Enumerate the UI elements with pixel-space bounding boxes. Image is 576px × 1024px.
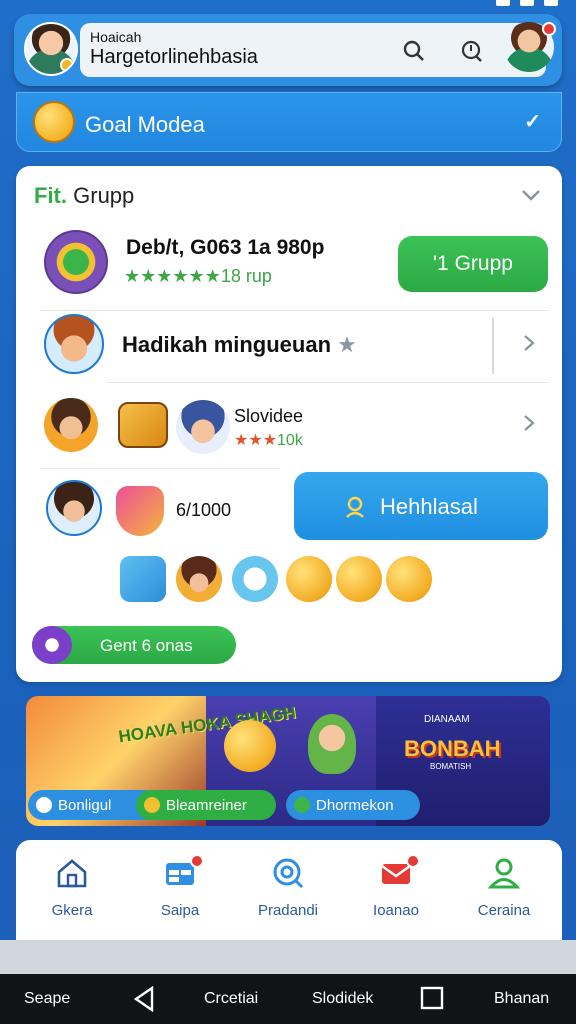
- notification-badge: [190, 854, 204, 868]
- promo-bonbah-text: BONBAH: [404, 736, 501, 761]
- group-card-title: Fit. Grupp: [34, 183, 135, 208]
- user-avatar[interactable]: [24, 22, 78, 76]
- game-avatar-3: [176, 400, 230, 454]
- check-icon[interactable]: ✓: [524, 109, 541, 134]
- search-icon[interactable]: [402, 39, 426, 63]
- search-alt-icon[interactable]: [460, 39, 484, 63]
- user-icon: [346, 496, 364, 518]
- games-rating: ★★★10k: [234, 432, 303, 449]
- member-name: Hadikah mingueuan ★: [122, 332, 357, 357]
- gent-bonus-button[interactable]: Gent 6 onas: [32, 626, 236, 664]
- smile-emoji-icon: [224, 720, 276, 772]
- games-title: Slovidee: [234, 406, 304, 426]
- hehhlasal-button[interactable]: Hehhlasal: [294, 472, 548, 540]
- search-title: Hargetorlinehbasia: [90, 46, 258, 68]
- chevron-right-icon[interactable]: [520, 334, 538, 352]
- profile-icon: [487, 858, 521, 889]
- game-icon: [44, 230, 108, 294]
- square-icon[interactable]: [120, 556, 166, 602]
- system-nav-bar: Seape Crcetiai Slodidek Bhanan: [0, 974, 576, 1024]
- reaction-row: [16, 556, 562, 606]
- group-row-games[interactable]: Slovidee ★★★10k: [16, 392, 562, 462]
- notification-badge: [542, 22, 556, 36]
- bird-icon[interactable]: [232, 556, 278, 602]
- member-avatar: [44, 314, 104, 374]
- goal-mode-banner[interactable]: Goal Modea ✓: [16, 92, 562, 152]
- system-label-right[interactable]: Bhanan: [494, 990, 549, 1008]
- profile-avatar[interactable]: [504, 22, 556, 72]
- promo-bonbah-small: DIANAAM: [424, 714, 470, 725]
- group-row-member[interactable]: Hadikah mingueuan ★: [16, 312, 562, 382]
- back-icon[interactable]: [132, 986, 156, 1012]
- heart-badge-icon: [116, 486, 164, 536]
- chevron-right-icon[interactable]: [520, 414, 538, 432]
- status-bar: [0, 0, 576, 12]
- frog-character-icon: [308, 714, 356, 774]
- recents-icon[interactable]: [420, 986, 444, 1010]
- notification-badge: [406, 854, 420, 868]
- goal-mode-label: Goal Modea: [85, 112, 205, 137]
- wink-emoji-icon[interactable]: [286, 556, 332, 602]
- promo-strip[interactable]: HOAVA HOKA SHAGH DIANAAM BONBAH BOMATISH…: [26, 696, 550, 826]
- header-bar: Hoaicah Hargetorlinehbasia: [14, 14, 562, 86]
- promo-chip-3[interactable]: Dhormekon: [286, 790, 420, 820]
- online-dot: [60, 58, 74, 72]
- promo-bonbah-small2: BOMATISH: [430, 762, 472, 771]
- chevron-down-icon[interactable]: [520, 184, 542, 206]
- vertical-divider: [492, 318, 494, 374]
- join-group-button[interactable]: '1 Grupp: [398, 236, 548, 292]
- featured-rating: ★★★★★★18 rup: [124, 266, 272, 286]
- group-row-featured[interactable]: Deb/t, G063 1a 980p ★★★★★★18 rup '1 Grup…: [16, 228, 562, 298]
- promo-chip-2[interactable]: Bleamreiner: [136, 790, 276, 820]
- eye-icon: [32, 626, 72, 664]
- game-avatar-2: [118, 402, 168, 448]
- group-card: Fit. Grupp Deb/t, G063 1a 980p ★★★★★★18 …: [16, 166, 562, 682]
- nav-item-home[interactable]: Gkera: [22, 856, 122, 919]
- system-label-mid2[interactable]: Slodidek: [312, 990, 373, 1008]
- nav-item-ceraina[interactable]: Ceraina: [454, 856, 554, 919]
- featured-title: Deb/t, G063 1a 980p: [126, 236, 325, 259]
- system-label-mid1[interactable]: Crcetiai: [204, 990, 258, 1008]
- nav-item-ioanao[interactable]: Ioanao: [346, 854, 446, 919]
- game-avatar-1: [44, 398, 98, 452]
- divider: [106, 382, 548, 383]
- peek-strip: [0, 940, 576, 974]
- girl-avatar-icon[interactable]: [176, 556, 222, 602]
- nav-item-pradandi[interactable]: Pradandi: [238, 856, 338, 919]
- search-subtitle: Hoaicah: [90, 29, 142, 45]
- nav-item-saipa[interactable]: Saipa: [130, 854, 230, 919]
- divider: [40, 468, 280, 469]
- home-icon: [57, 859, 87, 888]
- divider: [40, 310, 548, 311]
- group-row-progress: 6/1000 Hehhlasal: [16, 472, 562, 552]
- system-label-left[interactable]: Seape: [24, 990, 70, 1008]
- smile-emoji-icon: [33, 101, 75, 143]
- bottom-nav: Gkera Saipa Pradandi Ioanao Ceraina: [16, 840, 562, 940]
- status-icons: [496, 0, 558, 6]
- search-box[interactable]: Hoaicah Hargetorlinehbasia: [80, 23, 546, 77]
- smirk-emoji-icon[interactable]: [386, 556, 432, 602]
- blindfold-emoji-icon[interactable]: [336, 556, 382, 602]
- player-avatar: [46, 480, 102, 536]
- progress-count: 6/1000: [176, 500, 232, 520]
- search-icon: [273, 858, 304, 889]
